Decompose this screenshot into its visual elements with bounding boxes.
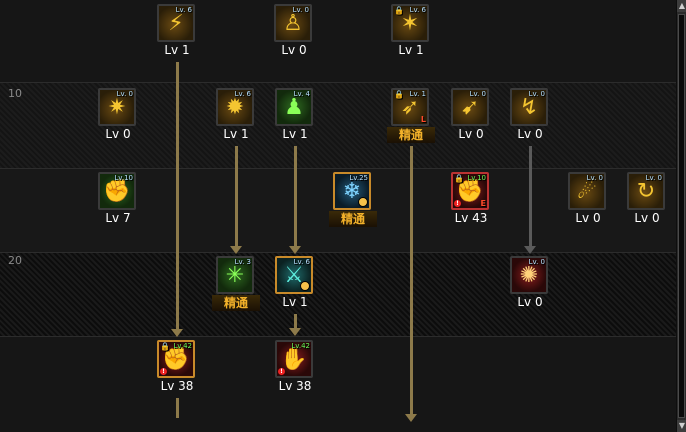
row-divider bbox=[0, 168, 676, 169]
skill-max-level: Lv. 0 bbox=[292, 6, 309, 14]
skill-max-level: Lv.10 bbox=[467, 174, 486, 182]
skill-max-level: Lv.25 bbox=[349, 174, 368, 182]
skill-max-level: Lv.42 bbox=[173, 342, 192, 350]
row-divider bbox=[0, 336, 676, 337]
skill-slot[interactable]: ↯ Lv. 0 Lv 0 bbox=[510, 88, 550, 144]
skill-max-level: Lv. 6 bbox=[234, 90, 251, 98]
scrollbar-thumb[interactable] bbox=[678, 14, 685, 418]
skill-level-label: Lv 0 bbox=[458, 127, 484, 141]
prerequisite-connector bbox=[294, 146, 297, 248]
skill-slot[interactable]: ♙ Lv. 0 Lv 0 bbox=[274, 4, 314, 60]
skill-max-level: Lv. 0 bbox=[645, 174, 662, 182]
skill-slot[interactable]: ✺ Lv. 0 Lv 0 bbox=[510, 256, 550, 312]
skill-level-label: Lv 38 bbox=[278, 379, 312, 393]
skill-grade-mark: L bbox=[420, 115, 426, 124]
tier-row bbox=[0, 336, 676, 432]
skill-level-label: Lv 1 bbox=[223, 127, 249, 141]
skill-slot[interactable]: ✶ 🔒 Lv. 6 Lv 1 bbox=[391, 4, 431, 60]
skill-level-label: Lv 1 bbox=[282, 295, 308, 309]
skill-tree-panel: 10 20 ⚡ Lv. 6 Lv 1 ♙ Lv. 0 Lv 0 ✶ 🔒 Lv. … bbox=[0, 0, 686, 432]
row-divider bbox=[0, 82, 676, 83]
prerequisite-connector bbox=[176, 62, 179, 334]
skill-level-label: Lv 0 bbox=[281, 43, 307, 57]
connector-arrow bbox=[289, 246, 301, 254]
warning-icon: ! bbox=[160, 368, 167, 375]
skill-slot[interactable]: ➹ Lv. 0 Lv 0 bbox=[451, 88, 491, 144]
mastery-badge: 精通 bbox=[212, 295, 260, 311]
skill-max-level: Lv. 6 bbox=[409, 6, 426, 14]
skill-max-level: Lv. 0 bbox=[469, 90, 486, 98]
skill-level-label: Lv 38 bbox=[160, 379, 194, 393]
skill-slot[interactable]: ☄ Lv. 0 Lv 0 bbox=[568, 172, 608, 228]
tier-row bbox=[0, 252, 676, 336]
warning-icon: ! bbox=[278, 368, 285, 375]
warning-icon: ! bbox=[454, 200, 461, 207]
skill-slot[interactable]: ✊ 🔒 Lv.42 ! Lv 38 bbox=[157, 340, 197, 396]
row-level-label-10: 10 bbox=[8, 87, 22, 100]
skill-slot[interactable]: ✊ Lv.10 Lv 7 bbox=[98, 172, 138, 228]
skill-slot[interactable]: ✊ 🔒 Lv.10 ! E Lv 43 bbox=[451, 172, 491, 228]
skill-grade-mark: E bbox=[480, 199, 486, 208]
skill-slot[interactable]: ✳ Lv. 3 精通 bbox=[212, 256, 260, 312]
skill-max-level: Lv. 0 bbox=[528, 90, 545, 98]
skill-level-label: Lv 0 bbox=[575, 211, 601, 225]
connector-arrow bbox=[524, 246, 536, 254]
locked-connector bbox=[529, 146, 532, 248]
skill-level-label: Lv 0 bbox=[634, 211, 660, 225]
lock-icon: 🔒 bbox=[394, 6, 404, 15]
skill-level-label: Lv 7 bbox=[105, 211, 131, 225]
skill-level-label: Lv 43 bbox=[454, 211, 488, 225]
lock-icon: 🔒 bbox=[454, 174, 464, 183]
scroll-up-button[interactable]: ▲ bbox=[677, 0, 686, 12]
connector-arrow bbox=[405, 414, 417, 422]
lock-icon: 🔒 bbox=[394, 90, 404, 99]
lock-icon: 🔒 bbox=[160, 342, 170, 351]
mastery-badge: 精通 bbox=[329, 211, 377, 227]
skill-level-label: Lv 0 bbox=[517, 295, 543, 309]
connector-arrow bbox=[171, 329, 183, 337]
skill-slot[interactable]: ➶ 🔒 Lv. 1 L 精通 bbox=[387, 88, 435, 144]
skill-max-level: Lv.10 bbox=[114, 174, 133, 182]
skill-level-label: Lv 0 bbox=[105, 127, 131, 141]
skill-max-level: Lv. 6 bbox=[175, 6, 192, 14]
skill-level-label: Lv 1 bbox=[164, 43, 190, 57]
skill-max-level: Lv. 0 bbox=[528, 258, 545, 266]
skill-slot[interactable]: ❄ Lv.25 精通 bbox=[329, 172, 377, 228]
skill-max-level: Lv. 3 bbox=[234, 258, 251, 266]
connector-arrow bbox=[289, 328, 301, 336]
skill-level-label: Lv 0 bbox=[517, 127, 543, 141]
skill-slot[interactable]: ⚡ Lv. 6 Lv 1 bbox=[157, 4, 197, 60]
tier-row bbox=[0, 0, 676, 82]
skill-slot[interactable]: ↻ Lv. 0 Lv 0 bbox=[627, 172, 667, 228]
prerequisite-connector bbox=[235, 146, 238, 248]
row-divider bbox=[0, 252, 676, 253]
connector-arrow bbox=[230, 246, 242, 254]
skill-slot[interactable]: ✷ Lv. 0 Lv 0 bbox=[98, 88, 138, 144]
scroll-down-button[interactable]: ▼ bbox=[677, 420, 686, 432]
mastery-badge: 精通 bbox=[387, 127, 435, 143]
clock-icon bbox=[358, 197, 368, 207]
skill-slot[interactable]: ⚔ Lv. 6 Lv 1 bbox=[275, 256, 315, 312]
prerequisite-connector bbox=[410, 146, 413, 418]
skill-max-level: Lv. 1 bbox=[409, 90, 426, 98]
clock-icon bbox=[300, 281, 310, 291]
skill-slot[interactable]: ✹ Lv. 6 Lv 1 bbox=[216, 88, 256, 144]
skill-level-label: Lv 1 bbox=[282, 127, 308, 141]
row-level-label-20: 20 bbox=[8, 254, 22, 267]
skill-slot[interactable]: ♟ Lv. 4 Lv 1 bbox=[275, 88, 315, 144]
skill-max-level: Lv. 0 bbox=[586, 174, 603, 182]
skill-max-level: Lv. 0 bbox=[116, 90, 133, 98]
skill-max-level: Lv. 6 bbox=[293, 258, 310, 266]
prerequisite-connector bbox=[176, 398, 179, 418]
skill-level-label: Lv 1 bbox=[398, 43, 424, 57]
vertical-scrollbar[interactable]: ▲ ▼ bbox=[676, 0, 686, 432]
skill-max-level: Lv.42 bbox=[291, 342, 310, 350]
skill-slot[interactable]: ✋ Lv.42 ! Lv 38 bbox=[275, 340, 315, 396]
skill-max-level: Lv. 4 bbox=[293, 90, 310, 98]
